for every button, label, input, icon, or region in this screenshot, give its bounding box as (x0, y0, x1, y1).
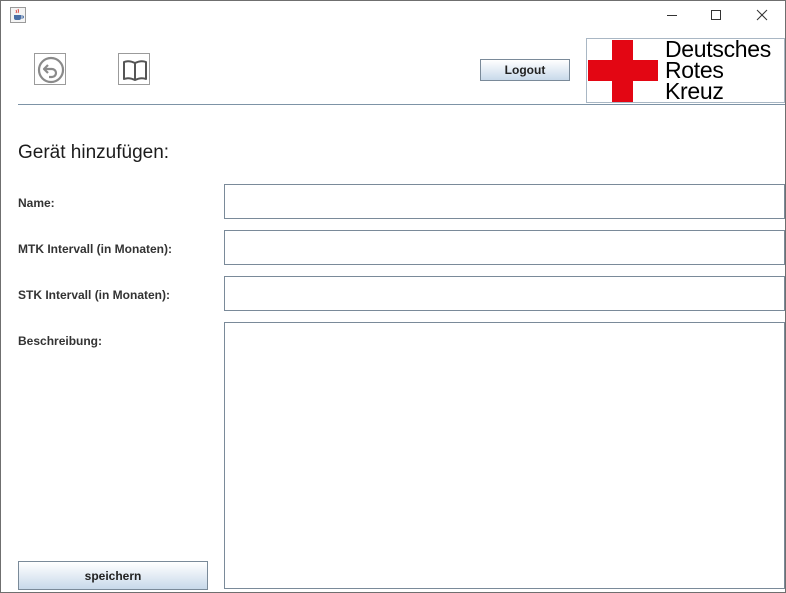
close-icon (756, 9, 768, 21)
logout-button[interactable]: Logout (480, 59, 570, 81)
header-divider (18, 104, 785, 105)
name-label: Name: (18, 196, 55, 210)
mtk-interval-input[interactable] (224, 230, 785, 265)
app-window: Logout Deutsches Rotes Kreuz Gerät hinzu… (0, 0, 786, 593)
java-cup-icon (10, 7, 26, 23)
red-cross-icon (588, 40, 658, 102)
manual-button[interactable] (118, 53, 150, 85)
page-title: Gerät hinzufügen: (18, 142, 170, 163)
logo-line-3: Kreuz (665, 78, 724, 103)
description-label: Beschreibung: (18, 334, 103, 348)
mtk-interval-label: MTK Intervall (in Monaten): (18, 242, 172, 256)
back-button[interactable] (34, 53, 66, 85)
book-icon (123, 60, 147, 81)
logo-text: Deutsches Rotes Kreuz (665, 39, 771, 102)
maximize-button[interactable] (693, 1, 739, 29)
save-button[interactable]: speichern (18, 561, 208, 590)
minimize-button[interactable] (649, 1, 695, 29)
drk-logo: Deutsches Rotes Kreuz (586, 38, 785, 103)
stk-interval-input[interactable] (224, 276, 785, 311)
stk-interval-label: STK Intervall (in Monaten): (18, 288, 171, 302)
close-button[interactable] (739, 1, 785, 29)
description-textarea[interactable] (224, 322, 785, 589)
maximize-icon (711, 10, 721, 20)
back-arrow-icon (37, 56, 65, 84)
title-bar[interactable] (1, 1, 785, 29)
minimize-icon (667, 15, 677, 16)
name-input[interactable] (224, 184, 785, 219)
